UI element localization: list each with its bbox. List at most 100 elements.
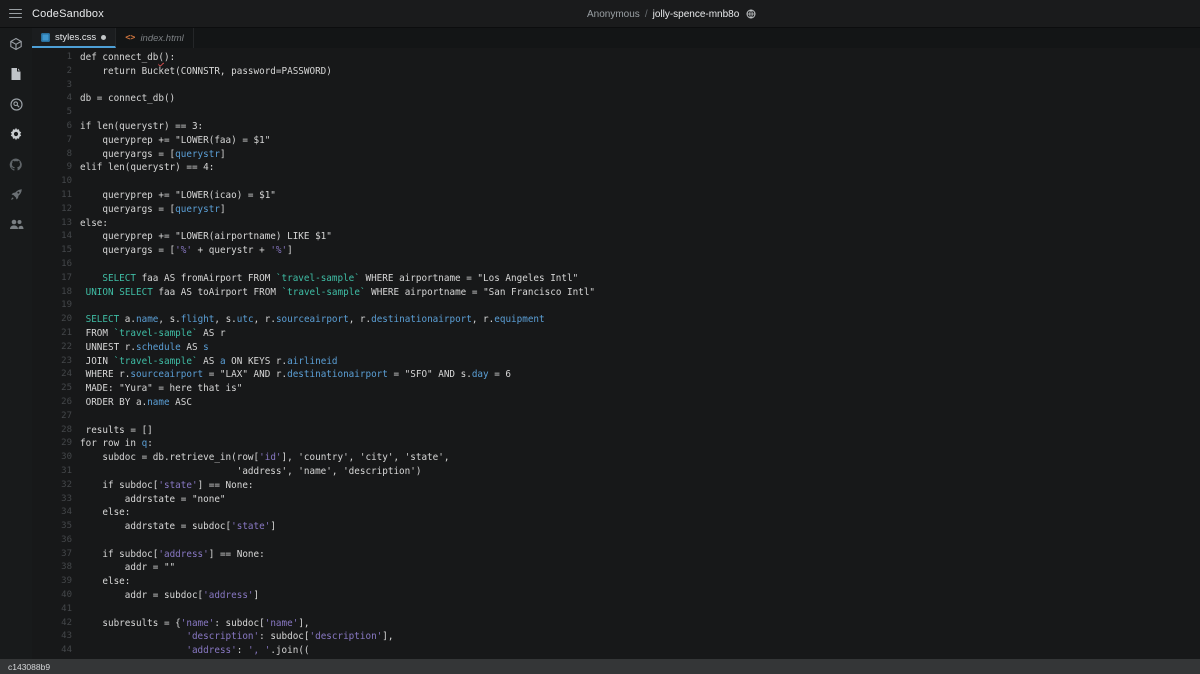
search-icon	[10, 98, 23, 111]
code-line-text: 'description': subdoc['description'],	[72, 630, 393, 644]
status-id: c143088b9	[8, 662, 50, 672]
hamburger-icon	[9, 6, 22, 21]
menu-button[interactable]	[0, 0, 30, 28]
privacy-globe-icon[interactable]	[746, 9, 756, 19]
code-line[interactable]: 43 'description': subdoc['description'],	[32, 630, 1200, 644]
code-line[interactable]: 28 results = []	[32, 424, 1200, 438]
code-line[interactable]: 1def connect_db():	[32, 51, 1200, 65]
line-number: 16	[32, 258, 72, 272]
code-line[interactable]: 36	[32, 534, 1200, 548]
code-line[interactable]: 14 queryprep += "LOWER(airportname) LIKE…	[32, 230, 1200, 244]
code-line-text: queryprep += "LOWER(airportname) LIKE $1…	[72, 230, 332, 244]
code-line[interactable]: 11 queryprep += "LOWER(icao) = $1"	[32, 189, 1200, 203]
code-line-text: queryargs = [querystr]	[72, 148, 226, 162]
sandbox-cube-button[interactable]	[4, 36, 28, 52]
code-line[interactable]: 34 else:	[32, 506, 1200, 520]
code-line[interactable]: 5	[32, 106, 1200, 120]
code-line[interactable]: 40 addr = subdoc['address']	[32, 589, 1200, 603]
code-line[interactable]: 42 subresults = {'name': subdoc['name'],	[32, 617, 1200, 631]
code-line[interactable]: 19	[32, 299, 1200, 313]
search-button[interactable]	[4, 96, 28, 112]
line-number: 5	[32, 106, 72, 120]
tab-styles-css[interactable]: styles.css	[32, 28, 116, 48]
code-line[interactable]: 9elif len(querystr) == 4:	[32, 161, 1200, 175]
unsaved-dot-icon[interactable]	[101, 35, 106, 40]
line-number: 41	[32, 603, 72, 617]
code-line[interactable]: 20 SELECT a.name, s.flight, s.utc, r.sou…	[32, 313, 1200, 327]
code-line[interactable]: 17 SELECT faa AS fromAirport FROM `trave…	[32, 272, 1200, 286]
user-name-link[interactable]: Anonymous	[587, 9, 640, 20]
line-number: 37	[32, 548, 72, 562]
code-line[interactable]: 39 else:	[32, 575, 1200, 589]
code-line[interactable]: 30 subdoc = db.retrieve_in(row['id'], 'c…	[32, 451, 1200, 465]
line-number: 3	[32, 79, 72, 93]
code-line-text: return Bucket(CONNSTR, password=PASSWORD…	[72, 65, 332, 79]
files-button[interactable]	[4, 66, 28, 82]
code-line-text	[72, 534, 80, 548]
line-number: 2	[32, 65, 72, 79]
code-line[interactable]: 6if len(querystr) == 3:	[32, 120, 1200, 134]
deploy-button[interactable]	[4, 186, 28, 202]
code-line[interactable]: 29for row in q:	[32, 437, 1200, 451]
code-line[interactable]: 31 'address', 'name', 'description')	[32, 465, 1200, 479]
line-number: 33	[32, 493, 72, 507]
code-line-text: SELECT faa AS fromAirport FROM `travel-s…	[72, 272, 578, 286]
code-line[interactable]: 26 ORDER BY a.name ASC	[32, 396, 1200, 410]
code-line[interactable]: 16	[32, 258, 1200, 272]
code-line[interactable]: 44 'address': ', '.join((	[32, 644, 1200, 658]
code-line-text: queryprep += "LOWER(icao) = $1"	[72, 189, 276, 203]
html-file-icon: <>	[125, 33, 135, 43]
code-line[interactable]: 7 queryprep += "LOWER(faa) = $1"	[32, 134, 1200, 148]
code-line[interactable]: 3	[32, 79, 1200, 93]
codesandbox-window: CodeSandbox Anonymous / jolly-spence-mnb…	[0, 0, 1200, 674]
code-line[interactable]: 10	[32, 175, 1200, 189]
code-line[interactable]: 27	[32, 410, 1200, 424]
line-number: 36	[32, 534, 72, 548]
code-line[interactable]: 41	[32, 603, 1200, 617]
tab-bar: styles.css <> index.html	[32, 28, 1200, 48]
sandbox-name[interactable]: jolly-spence-mnb8o	[653, 9, 740, 20]
css-file-icon	[41, 33, 50, 42]
code-area[interactable]: 1def connect_db():2 return Bucket(CONNST…	[32, 48, 1200, 659]
line-number: 19	[32, 299, 72, 313]
line-number: 7	[32, 134, 72, 148]
code-line-text: SELECT a.name, s.flight, s.utc, r.source…	[72, 313, 545, 327]
code-line-text: else:	[72, 217, 108, 231]
code-line[interactable]: 35 addrstate = subdoc['state']	[32, 520, 1200, 534]
settings-gear-icon	[9, 127, 23, 141]
code-line[interactable]: 33 addrstate = "none"	[32, 493, 1200, 507]
live-button[interactable]	[4, 216, 28, 232]
code-line-text	[72, 79, 80, 93]
code-line[interactable]: 4db = connect_db()	[32, 92, 1200, 106]
code-line[interactable]: 38 addr = ""	[32, 561, 1200, 575]
code-line-text: queryargs = ['%' + querystr + '%']	[72, 244, 293, 258]
code-line[interactable]: 12 queryargs = [querystr]	[32, 203, 1200, 217]
code-line-text: 'address', 'name', 'description')	[72, 465, 421, 479]
code-line[interactable]: 37 if subdoc['address'] == None:	[32, 548, 1200, 562]
code-line[interactable]: 22 UNNEST r.schedule AS s	[32, 341, 1200, 355]
code-line[interactable]: 18 UNION SELECT faa AS toAirport FROM `t…	[32, 286, 1200, 300]
code-line[interactable]: 25 MADE: "Yura" = here that is"	[32, 382, 1200, 396]
breadcrumb-separator: /	[645, 9, 648, 20]
settings-button[interactable]	[4, 126, 28, 142]
code-line-text: addrstate = "none"	[72, 493, 226, 507]
code-line[interactable]: 15 queryargs = ['%' + querystr + '%']	[32, 244, 1200, 258]
github-button[interactable]	[4, 156, 28, 172]
sandbox-info: Anonymous / jolly-spence-mnb8o	[587, 0, 756, 28]
code-line[interactable]: 21 FROM `travel-sample` AS r	[32, 327, 1200, 341]
code-line-text: else:	[72, 575, 130, 589]
line-number: 29	[32, 437, 72, 451]
code-line[interactable]: 24 WHERE r.sourceairport = "LAX" AND r.d…	[32, 368, 1200, 382]
code-line-text: if subdoc['state'] == None:	[72, 479, 254, 493]
line-number: 25	[32, 382, 72, 396]
code-line[interactable]: 32 if subdoc['state'] == None:	[32, 479, 1200, 493]
code-line[interactable]: 2 return Bucket(CONNSTR, password=PASSWO…	[32, 65, 1200, 79]
code-line-text: UNNEST r.schedule AS s	[72, 341, 209, 355]
code-line[interactable]: 8 queryargs = [querystr]	[32, 148, 1200, 162]
line-number: 10	[32, 175, 72, 189]
code-line-text: else:	[72, 506, 130, 520]
code-line[interactable]: 23 JOIN `travel-sample` AS a ON KEYS r.a…	[32, 355, 1200, 369]
tab-index-html[interactable]: <> index.html	[116, 28, 194, 48]
code-line[interactable]: 13else:	[32, 217, 1200, 231]
line-number: 8	[32, 148, 72, 162]
